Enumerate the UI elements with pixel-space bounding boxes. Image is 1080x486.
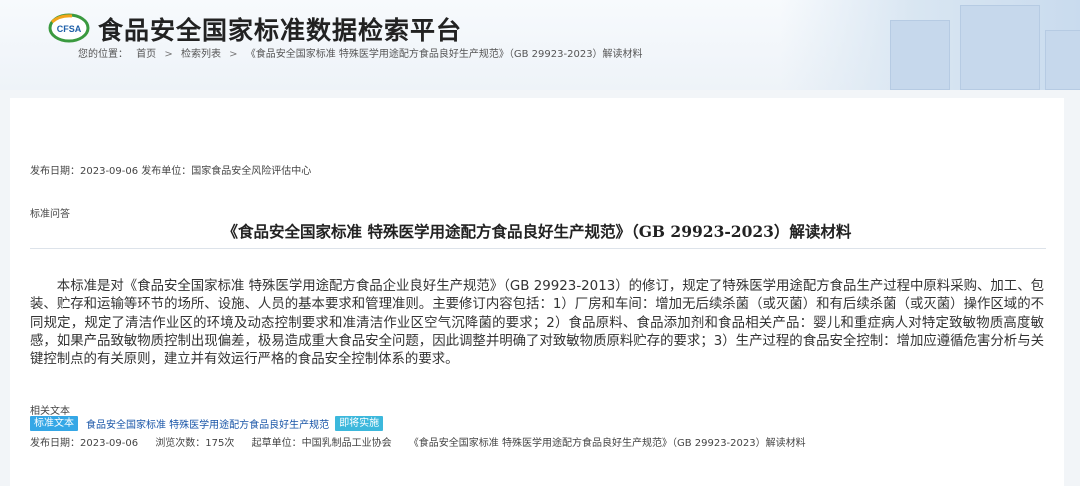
site-header: CFSA 食品安全国家标准数据检索平台 您的位置： 首页 > 检索列表 > 《食… [0,0,1080,90]
breadcrumb-separator: > [164,49,173,60]
related-publish-date: 发布日期：2023-09-06 [30,438,139,449]
drafting-unit: 起草单位：中国乳制品工业协会 [251,438,392,449]
svg-text:CFSA: CFSA [57,24,82,34]
article-category: 标准问答 [30,209,70,220]
article-card: 发布日期：2023-09-06 发布单位：国家食品安全风险评估中心 标准问答 《… [10,98,1064,486]
related-standard-link[interactable]: 食品安全国家标准 特殊医学用途配方食品良好生产规范 [86,416,329,431]
building-shape [890,20,950,90]
breadcrumb-list-link[interactable]: 检索列表 [181,49,221,60]
breadcrumb-home-link[interactable]: 首页 [136,49,156,60]
title-divider [30,248,1046,249]
cfsa-logo-icon: CFSA [48,13,90,43]
article-title: 《食品安全国家标准 特殊医学用途配方食品良好生产规范》（GB 29923-202… [222,222,852,241]
status-badge: 即将实施 [335,416,384,431]
related-label: 相关文本 [30,406,70,417]
breadcrumb-separator: > [229,49,238,60]
related-standard-row: 标准文本 食品安全国家标准 特殊医学用途配方食品良好生产规范 即将实施 [30,416,384,431]
view-count: 浏览次数：175次 [155,438,235,449]
breadcrumb-current: 《食品安全国家标准 特殊医学用途配方食品良好生产规范》（GB 29923-202… [245,49,643,60]
publish-meta: 发布日期：2023-09-06 发布单位：国家食品安全风险评估中心 [30,166,312,177]
cfsa-logo[interactable]: CFSA [48,13,90,43]
building-shape [960,5,1040,90]
breadcrumb: 您的位置： 首页 > 检索列表 > 《食品安全国家标准 特殊医学用途配方食品良好… [78,45,648,60]
site-title: 食品安全国家标准数据检索平台 [98,16,463,45]
header-building-image [780,0,1080,90]
standard-text-tag: 标准文本 [30,416,78,431]
related-doc-link[interactable]: 《食品安全国家标准 特殊医学用途配方食品良好生产规范》（GB 29923-202… [409,438,806,449]
article-body: 本标准是对《食品安全国家标准 特殊医学用途配方食品企业良好生产规范》（GB 29… [30,279,1044,368]
related-meta: 发布日期：2023-09-06 浏览次数：175次 起草单位：中国乳制品工业协会… [30,434,806,449]
building-shape [1045,30,1080,90]
breadcrumb-prefix: 您的位置： [78,49,128,60]
